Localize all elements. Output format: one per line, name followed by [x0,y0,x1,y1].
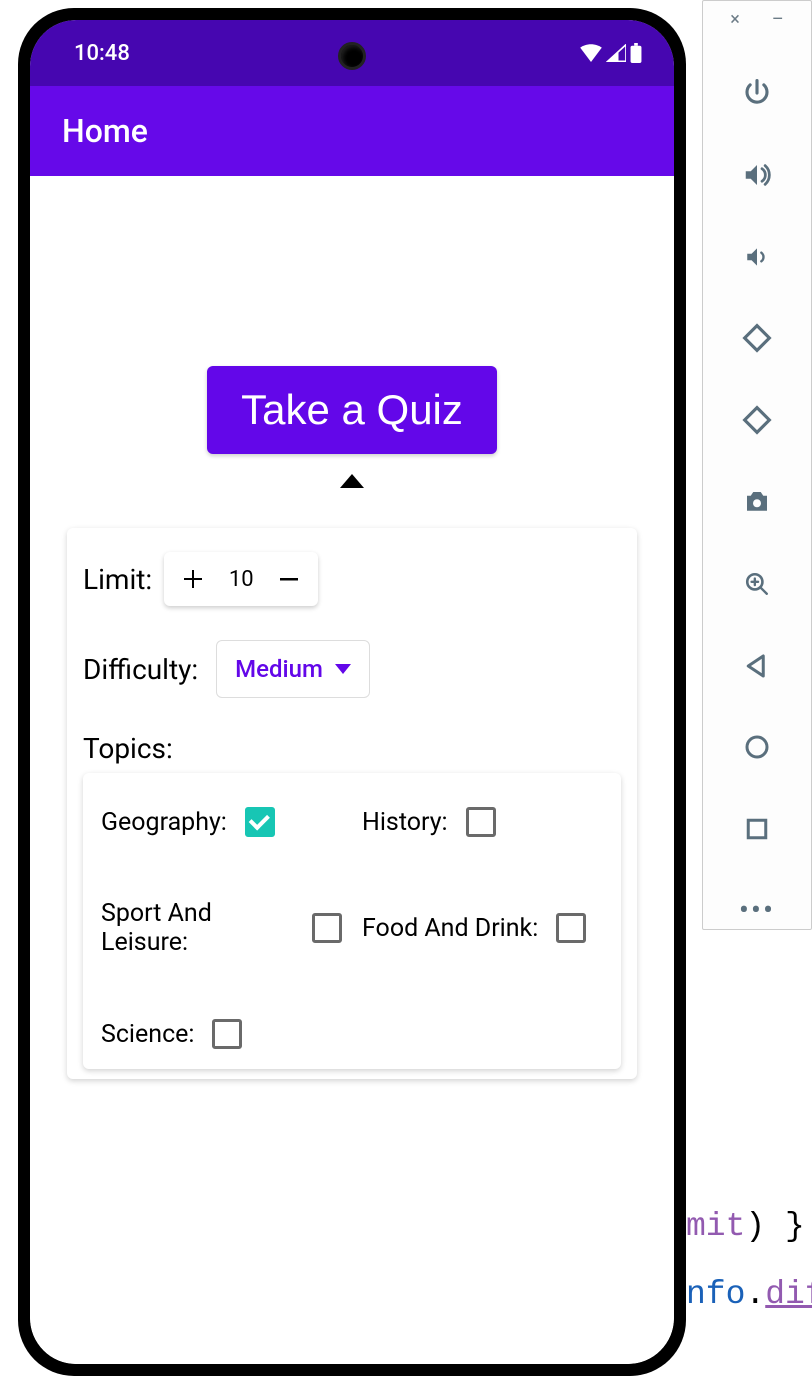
options-card: Limit: 10 Difficulty: [67,528,637,1079]
content: Take a Quiz Limit: 10 [30,176,674,1364]
emulator-toolbar: × – ••• [702,0,812,930]
topic-label: History: [362,808,448,837]
topic-item-history: History: [362,807,603,837]
collapse-arrow-up-icon[interactable] [340,474,364,488]
ide-code-hint: nfo.dif [686,1276,812,1313]
volume-up-button[interactable] [739,157,775,193]
back-button[interactable] [739,648,775,684]
app-bar: Home [30,86,674,176]
take-quiz-button[interactable]: Take a Quiz [207,366,497,454]
topic-checkbox-history[interactable] [466,807,496,837]
home-button[interactable] [739,730,775,766]
rotate-right-icon [742,405,772,435]
screen: 10:48 Home Take a Quiz Limit: [30,20,674,1364]
rotate-left-button[interactable] [739,320,775,356]
window-minimize-button[interactable]: – [772,11,784,29]
zoom-in-icon [744,571,770,597]
battery-icon [630,43,642,63]
limit-stepper: 10 [164,552,318,606]
screenshot-button[interactable] [739,484,775,520]
topics-label: Topics: [83,732,173,765]
signal-icon [606,44,626,62]
back-triangle-icon [742,651,772,681]
rotate-right-button[interactable] [739,402,775,438]
power-icon [742,78,772,108]
phone-bezel: 10:48 Home Take a Quiz Limit: [30,20,674,1364]
power-button[interactable] [739,75,775,111]
rotate-left-icon [742,323,772,353]
difficulty-label: Difficulty: [83,653,198,686]
more-button[interactable]: ••• [739,893,775,929]
plus-icon [181,567,205,591]
limit-value: 10 [228,567,254,592]
volume-up-icon [742,160,772,190]
limit-decrement-button[interactable] [274,564,304,594]
take-quiz-label: Take a Quiz [241,386,463,433]
topic-checkbox-geography[interactable] [245,807,275,837]
window-close-button[interactable]: × [730,11,740,29]
phone-frame: 10:48 Home Take a Quiz Limit: [18,8,686,1376]
more-icon: ••• [739,906,775,916]
wifi-icon [580,44,602,62]
home-indicator[interactable] [267,1345,437,1350]
ide-code-hint: mit) } [686,1208,805,1245]
topic-checkbox-sport[interactable] [312,913,342,943]
volume-down-icon [744,244,770,270]
difficulty-row: Difficulty: Medium [83,640,621,698]
topic-checkbox-science[interactable] [212,1019,242,1049]
overview-button[interactable] [739,811,775,847]
status-icons [580,43,642,63]
camera-notch [338,42,366,70]
topic-checkbox-food[interactable] [556,913,586,943]
square-icon [742,814,772,844]
volume-down-button[interactable] [739,239,775,275]
page-title: Home [62,112,148,150]
topic-item-science: Science: [101,1019,342,1049]
topic-item-food: Food And Drink: [362,899,603,957]
camera-icon [742,487,772,517]
topic-label: Science: [101,1020,194,1049]
topics-card: Geography: History: Sport And Leisure: [83,773,621,1069]
chevron-down-icon [335,664,351,674]
difficulty-dropdown[interactable]: Medium [216,640,370,698]
emulator-window-controls: × – [703,11,811,29]
minus-icon [277,567,301,591]
topic-label: Food And Drink: [362,914,538,943]
topic-item-geography: Geography: [101,807,342,837]
topic-item-sport: Sport And Leisure: [101,899,342,957]
limit-increment-button[interactable] [178,564,208,594]
topic-label: Geography: [101,808,227,837]
limit-row: Limit: 10 [83,552,621,606]
difficulty-value: Medium [235,655,323,683]
circle-icon [742,732,772,762]
status-time: 10:48 [74,41,130,66]
topic-label: Sport And Leisure: [101,899,294,957]
zoom-button[interactable] [739,566,775,602]
limit-label: Limit: [83,563,152,596]
topics-row: Topics: [83,732,621,765]
